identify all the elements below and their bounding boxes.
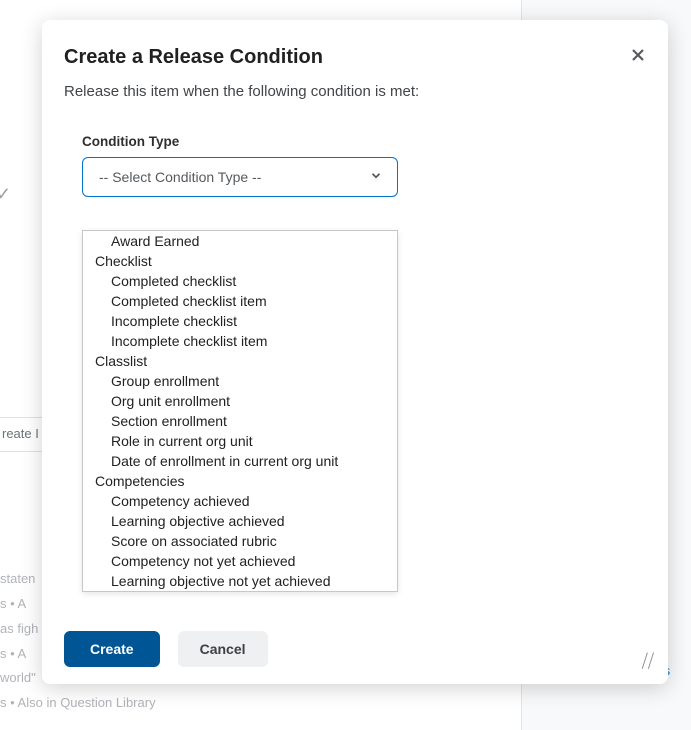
select-placeholder-text: -- Select Condition Type -- [99, 169, 261, 185]
chevron-down-icon [369, 169, 383, 186]
bg-create-button-fragment: reate I [0, 417, 48, 452]
modal-header: Create a Release Condition Release this … [42, 20, 668, 108]
condition-type-select[interactable]: -- Select Condition Type -- [82, 157, 398, 197]
condition-type-label: Condition Type [82, 134, 646, 149]
modal-title: Create a Release Condition [64, 46, 642, 69]
dropdown-option[interactable]: Competency achieved [83, 491, 397, 511]
dropdown-option[interactable]: Role in current org unit [83, 431, 397, 451]
condition-type-dropdown[interactable]: Award EarnedChecklistCompleted checklist… [82, 230, 398, 592]
dropdown-group-label: Classlist [83, 351, 397, 371]
dropdown-option[interactable]: Date of enrollment in current org unit [83, 451, 397, 471]
dropdown-option[interactable]: Org unit enrollment [83, 391, 397, 411]
modal-body: Condition Type -- Select Condition Type … [42, 108, 668, 614]
dropdown-option[interactable]: Completed checklist item [83, 291, 397, 311]
dropdown-option[interactable]: Incomplete checklist [83, 311, 397, 331]
bg-frag-line: s • Also in Question Library [0, 693, 180, 714]
dropdown-option[interactable]: Award Earned [83, 231, 397, 251]
dropdown-group-label: Competencies [83, 471, 397, 491]
dropdown-group-label: Checklist [83, 251, 397, 271]
dropdown-option[interactable]: Learning objective achieved [83, 511, 397, 531]
close-icon [630, 47, 646, 66]
dropdown-option[interactable]: Group enrollment [83, 371, 397, 391]
dropdown-option[interactable]: Completed checklist [83, 271, 397, 291]
modal-footer: Create Cancel ⧸⧸ [42, 614, 668, 684]
modal-subtitle: Release this item when the following con… [64, 83, 642, 100]
close-button[interactable] [624, 42, 652, 70]
dropdown-option[interactable]: Learning objective not yet achieved [83, 571, 397, 591]
create-release-condition-modal: Create a Release Condition Release this … [42, 20, 668, 684]
dropdown-group-label: Content [83, 591, 397, 592]
dropdown-option[interactable]: Competency not yet achieved [83, 551, 397, 571]
resize-handle-icon[interactable]: ⧸⧸ [642, 651, 654, 672]
bg-checkmark: ✓ [0, 180, 11, 209]
dropdown-option[interactable]: Score on associated rubric [83, 531, 397, 551]
dropdown-option[interactable]: Incomplete checklist item [83, 331, 397, 351]
cancel-button[interactable]: Cancel [178, 631, 268, 667]
dropdown-option[interactable]: Section enrollment [83, 411, 397, 431]
create-button[interactable]: Create [64, 631, 160, 667]
